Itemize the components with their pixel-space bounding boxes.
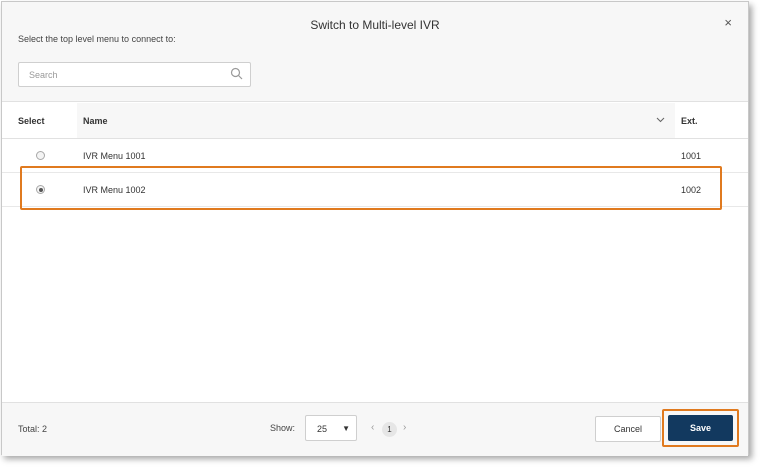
search-icon[interactable] — [230, 67, 244, 81]
dialog-title: Switch to Multi-level IVR — [310, 18, 440, 32]
page-size-value: 25 — [317, 424, 328, 434]
column-header-select: Select — [18, 116, 45, 126]
row-radio[interactable] — [36, 151, 45, 160]
table-row[interactable]: IVR Menu 1002 1002 — [2, 173, 748, 207]
current-page[interactable]: 1 — [382, 422, 397, 437]
next-page-icon[interactable]: › — [403, 422, 406, 433]
caret-down-icon: ▼ — [342, 424, 350, 433]
search-box[interactable] — [18, 62, 251, 87]
row-name: IVR Menu 1001 — [83, 151, 146, 161]
save-button[interactable]: Save — [668, 415, 733, 441]
prev-page-icon[interactable]: ‹ — [371, 422, 374, 433]
row-radio-selected[interactable] — [36, 185, 45, 194]
row-ext: 1001 — [681, 151, 702, 161]
show-label: Show: — [270, 423, 296, 433]
switch-ivr-dialog: Switch to Multi-level IVR × Select the t… — [1, 1, 749, 456]
row-ext: 1002 — [681, 185, 702, 195]
column-header-name[interactable]: Name — [83, 116, 108, 126]
column-header-ext: Ext. — [681, 116, 698, 126]
page-size-select[interactable]: 25 ▼ — [305, 415, 357, 441]
table-row[interactable]: IVR Menu 1001 1001 — [2, 139, 748, 173]
row-name: IVR Menu 1002 — [83, 185, 146, 195]
total-count: Total: 2 — [18, 424, 48, 434]
dialog-footer: Total: 2 Show: 25 ▼ ‹ 1 › Cancel — [2, 402, 748, 456]
name-column-header-bg — [77, 103, 675, 138]
chevron-down-icon[interactable] — [656, 117, 665, 123]
close-icon[interactable]: × — [724, 16, 732, 29]
cancel-button[interactable]: Cancel — [595, 416, 661, 442]
dialog-prompt: Select the top level menu to connect to: — [18, 34, 176, 44]
save-button-highlight: Save — [662, 409, 739, 447]
search-input[interactable] — [27, 69, 227, 81]
table-header: Select Name Ext. — [2, 103, 748, 139]
dialog-header: Switch to Multi-level IVR × Select the t… — [2, 2, 748, 102]
